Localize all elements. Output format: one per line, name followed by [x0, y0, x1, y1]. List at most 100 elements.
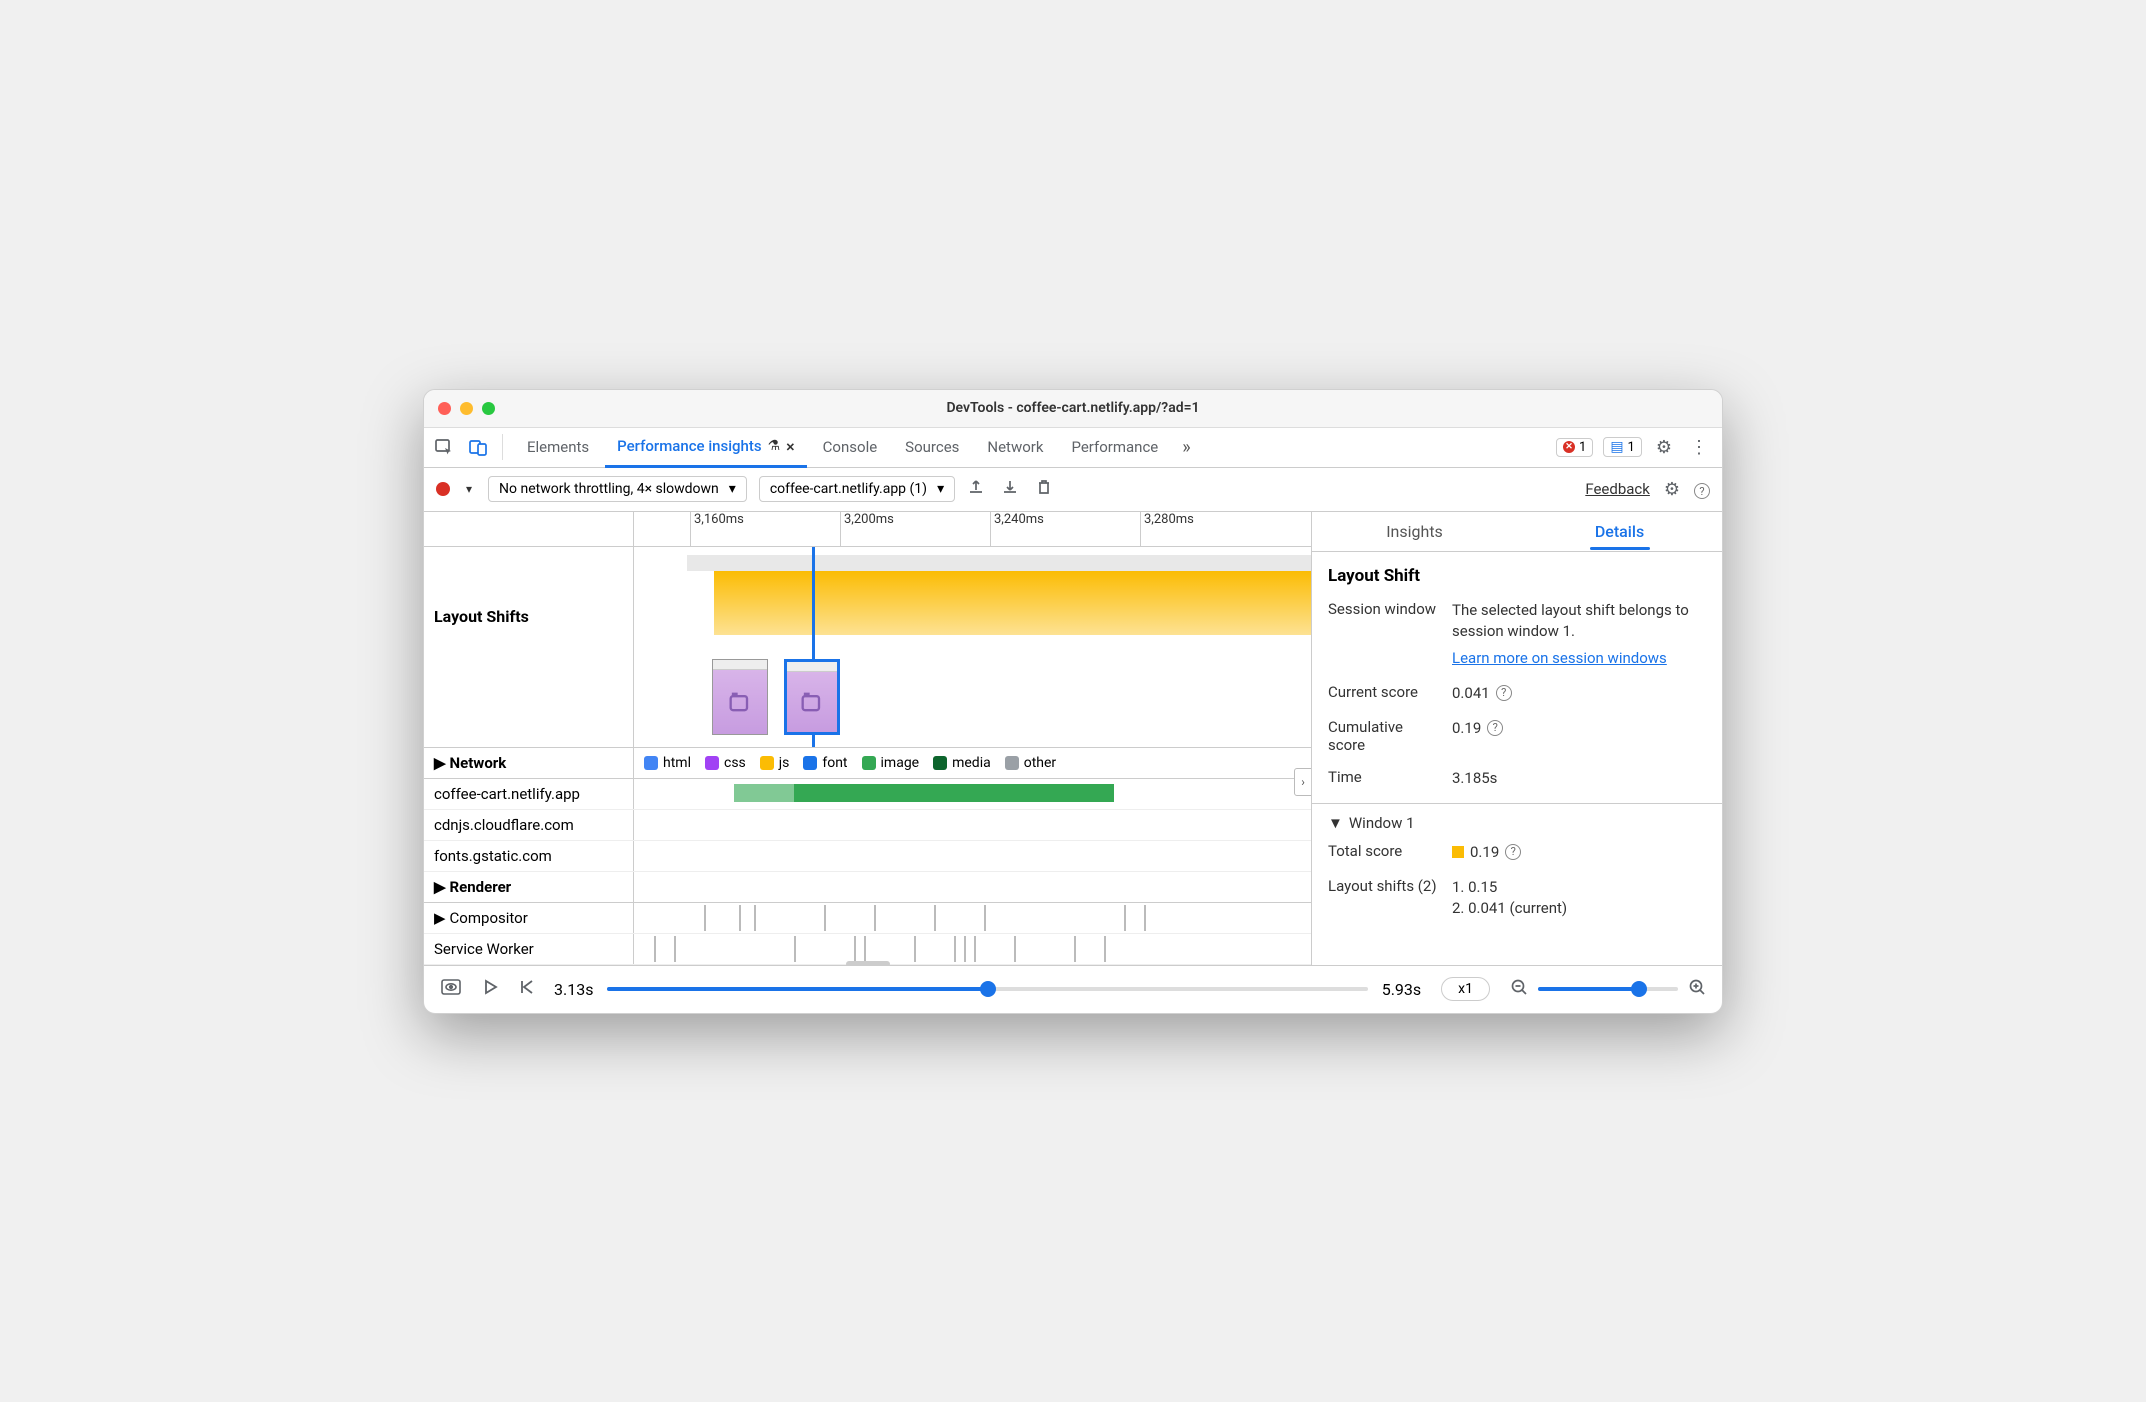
total-score-value: 0.19	[1470, 842, 1499, 863]
legend-font: font	[822, 755, 847, 771]
delete-icon[interactable]	[1035, 478, 1053, 501]
target-select[interactable]: coffee-cart.netlify.app (1)▾	[759, 476, 955, 502]
ruler-tick: 3,160ms	[690, 512, 744, 546]
zoom-out-icon[interactable]	[1510, 978, 1528, 1000]
layout-shifts-label: Layout Shifts	[424, 547, 634, 747]
tab-performance[interactable]: Performance	[1059, 427, 1170, 467]
session-window-bar	[714, 571, 1311, 635]
current-score-value: 0.041	[1452, 683, 1490, 704]
timeline-panel: 3,160ms 3,200ms 3,240ms 3,280ms Layout S…	[424, 512, 1312, 965]
close-window-button[interactable]	[438, 402, 451, 415]
ruler-tick: 3,240ms	[990, 512, 1044, 546]
playback-footer: 3.13s 5.93s x1	[424, 965, 1722, 1013]
legend-other: other	[1024, 755, 1056, 771]
layout-shifts-track[interactable]	[634, 547, 1311, 747]
export-icon[interactable]	[967, 478, 985, 501]
legend-html: html	[663, 755, 691, 771]
time-ruler[interactable]: 3,160ms 3,200ms 3,240ms 3,280ms	[634, 512, 1311, 546]
minimize-window-button[interactable]	[460, 402, 473, 415]
layout-shift-thumb-1[interactable]	[712, 659, 768, 735]
inspect-element-icon[interactable]	[434, 437, 454, 457]
more-tabs-button[interactable]: »	[1174, 437, 1198, 458]
window-title: DevTools - coffee-cart.netlify.app/?ad=1	[946, 400, 1199, 416]
layout-shift-item[interactable]: 1. 0.15	[1452, 877, 1706, 898]
import-icon[interactable]	[1001, 478, 1019, 501]
legend-media: media	[952, 755, 991, 771]
cumulative-score-label: Cumulative score	[1328, 718, 1438, 754]
panel-settings-icon[interactable]: ⚙	[1664, 479, 1680, 500]
help-icon[interactable]: ?	[1487, 720, 1503, 736]
more-options-icon[interactable]: ⋮	[1686, 437, 1712, 458]
traffic-lights	[438, 402, 495, 415]
zoom-in-icon[interactable]	[1688, 978, 1706, 1000]
throttling-select[interactable]: No network throttling, 4× slowdown▾	[488, 476, 747, 502]
titlebar: DevTools - coffee-cart.netlify.app/?ad=1	[424, 390, 1722, 428]
help-icon[interactable]: ?	[1694, 479, 1710, 500]
network-host-row[interactable]: coffee-cart.netlify.app	[424, 779, 1311, 810]
renderer-row-label: Service Worker	[424, 934, 634, 964]
settings-icon[interactable]: ⚙	[1652, 437, 1676, 458]
legend-js: js	[779, 755, 790, 771]
record-menu-caret[interactable]: ▾	[462, 482, 476, 496]
devtools-window: DevTools - coffee-cart.netlify.app/?ad=1…	[423, 389, 1723, 1014]
zoom-window-button[interactable]	[482, 402, 495, 415]
renderer-row[interactable]: ▶ Compositor	[424, 903, 1311, 934]
renderer-row-label[interactable]: ▶ Compositor	[424, 903, 634, 933]
tab-elements[interactable]: Elements	[515, 427, 601, 467]
network-host-row[interactable]: fonts.gstatic.com	[424, 841, 1311, 872]
tab-performance-insights[interactable]: Performance insights ⚗ ×	[605, 428, 807, 468]
cumulative-score-value: 0.19	[1452, 718, 1481, 739]
network-host-label: cdnjs.cloudflare.com	[424, 810, 634, 840]
sidebar-tabs: Insights Details	[1312, 512, 1722, 552]
sidebar-tab-insights[interactable]: Insights	[1312, 512, 1517, 551]
ruler-row: 3,160ms 3,200ms 3,240ms 3,280ms	[424, 512, 1311, 547]
time-label: Time	[1328, 768, 1438, 786]
expand-sidebar-toggle[interactable]: ›	[1294, 768, 1312, 796]
time-range-slider[interactable]: 3.13s 5.93s	[554, 980, 1421, 999]
tab-sources[interactable]: Sources	[893, 427, 971, 467]
details-section-title: Layout Shift	[1328, 566, 1706, 586]
time-value: 3.185s	[1452, 768, 1706, 789]
window-1-toggle[interactable]: ▼ Window 1	[1328, 814, 1706, 832]
network-host-label: coffee-cart.netlify.app	[424, 779, 634, 809]
errors-badge[interactable]: ✕1	[1556, 438, 1593, 457]
device-toolbar-icon[interactable]	[468, 437, 488, 457]
sidebar-tab-details[interactable]: Details	[1517, 512, 1722, 551]
layout-shifts-count-label: Layout shifts (2)	[1328, 877, 1438, 895]
tab-network[interactable]: Network	[975, 427, 1055, 467]
layout-shift-item[interactable]: 2. 0.041 (current)	[1452, 898, 1706, 919]
renderer-header-row: ▶ Renderer	[424, 872, 1311, 903]
network-legend: html css js font image media other	[634, 748, 1311, 778]
legend-css: css	[724, 755, 746, 771]
score-color-swatch	[1452, 846, 1464, 858]
details-panel: Insights Details Layout Shift Session wi…	[1312, 512, 1722, 965]
session-window-label: Session window	[1328, 600, 1438, 618]
range-end-label: 5.93s	[1382, 980, 1421, 999]
close-tab-icon[interactable]: ×	[786, 437, 795, 456]
main-area: 3,160ms 3,200ms 3,240ms 3,280ms Layout S…	[424, 512, 1722, 965]
network-host-label: fonts.gstatic.com	[424, 841, 634, 871]
renderer-section-toggle[interactable]: ▶ Renderer	[424, 872, 634, 902]
perf-toolbar: ▾ No network throttling, 4× slowdown▾ co…	[424, 468, 1722, 512]
play-icon[interactable]	[482, 979, 498, 999]
playback-speed-pill[interactable]: x1	[1441, 977, 1490, 1001]
range-start-label: 3.13s	[554, 980, 593, 999]
learn-more-link[interactable]: Learn more on session windows	[1452, 648, 1667, 669]
feedback-link[interactable]: Feedback	[1585, 480, 1650, 498]
network-section-toggle[interactable]: ▶ Network	[424, 748, 634, 778]
tab-console[interactable]: Console	[811, 427, 890, 467]
devtools-tabs-row: Elements Performance insights ⚗ × Consol…	[424, 428, 1722, 468]
current-score-label: Current score	[1328, 683, 1438, 701]
help-icon[interactable]: ?	[1496, 685, 1512, 701]
help-icon[interactable]: ?	[1505, 844, 1521, 860]
preview-icon[interactable]	[440, 978, 462, 1000]
network-host-row[interactable]: cdnjs.cloudflare.com	[424, 810, 1311, 841]
messages-badge[interactable]: ▤1	[1603, 437, 1642, 457]
record-button[interactable]	[436, 482, 450, 496]
layout-shift-thumb-2-selected[interactable]	[784, 659, 840, 735]
session-window-value: The selected layout shift belongs to ses…	[1452, 600, 1706, 669]
resize-handle[interactable]	[846, 961, 890, 965]
renderer-row[interactable]: Service Worker	[424, 934, 1311, 965]
skip-back-icon[interactable]	[518, 979, 534, 999]
zoom-slider[interactable]	[1538, 987, 1678, 991]
